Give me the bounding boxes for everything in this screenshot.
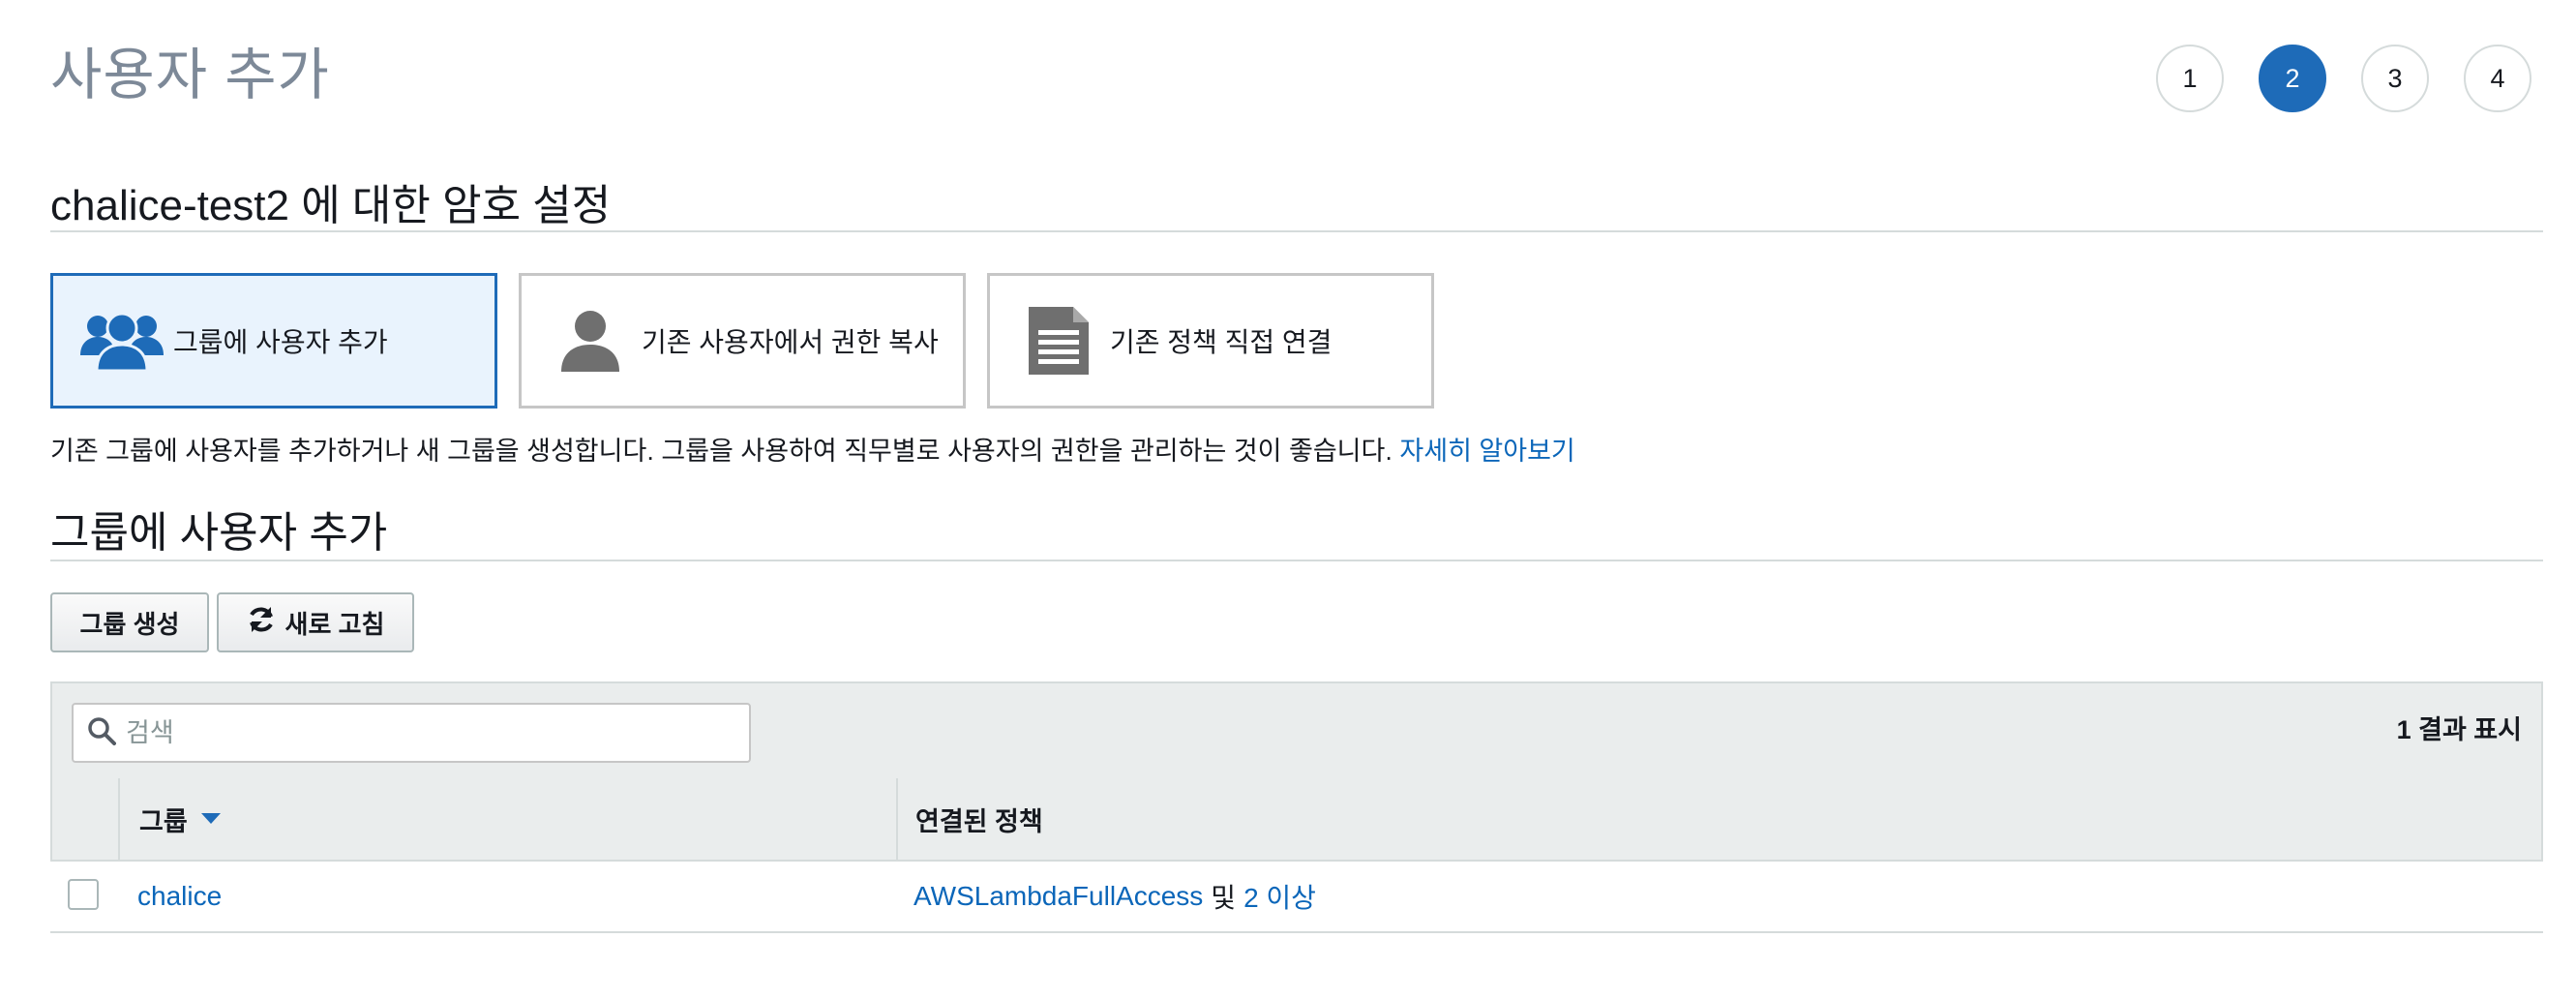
row-checkbox[interactable]	[68, 879, 99, 910]
option-label: 기존 사용자에서 권한 복사	[642, 327, 939, 357]
search-icon	[74, 716, 116, 750]
column-header-group[interactable]: 그룹	[139, 778, 221, 860]
column-divider	[896, 778, 898, 860]
user-icon	[547, 302, 634, 379]
learn-more-link[interactable]: 자세히 알아보기	[1399, 437, 1574, 466]
result-count: 1 결과 표시	[2396, 715, 2522, 744]
permission-options: 그룹에 사용자 추가 기존 사용자에서 권한 복사 기존 정책 직접 연결	[50, 273, 1434, 409]
users-group-icon	[78, 302, 165, 379]
step-1[interactable]: 1	[2156, 45, 2224, 112]
option-add-to-group[interactable]: 그룹에 사용자 추가	[50, 273, 497, 409]
column-header-policies: 연결된 정책	[915, 778, 1043, 860]
step-3[interactable]: 3	[2361, 45, 2429, 112]
create-group-button[interactable]: 그룹 생성	[50, 592, 209, 652]
section-divider	[50, 560, 2543, 561]
option-description: 기존 그룹에 사용자를 추가하거나 새 그룹을 생성합니다. 그룹을 사용하여 …	[50, 430, 1575, 468]
create-group-label: 그룹 생성	[79, 609, 180, 639]
option-attach-policies[interactable]: 기존 정책 직접 연결	[987, 273, 1434, 409]
search-input[interactable]	[124, 716, 708, 749]
option-label: 그룹에 사용자 추가	[173, 327, 388, 357]
attached-policies-cell: AWSLambdaFullAccess 및 2 이상	[914, 862, 1316, 931]
refresh-label: 새로 고침	[285, 609, 385, 639]
column-header-policies-label: 연결된 정책	[915, 806, 1043, 836]
table-header: 그룹 연결된 정책	[50, 778, 2543, 862]
conjunction-text: 및	[1211, 883, 1237, 913]
search-box[interactable]	[72, 703, 751, 763]
step-4[interactable]: 4	[2464, 45, 2531, 112]
group-name-link[interactable]: chalice	[137, 862, 222, 931]
column-divider	[118, 778, 120, 860]
option-label: 기존 정책 직접 연결	[1110, 327, 1333, 357]
page-title: 사용자 추가	[50, 44, 330, 106]
sort-descending-icon	[200, 813, 221, 825]
option-copy-permissions[interactable]: 기존 사용자에서 권한 복사	[519, 273, 966, 409]
table-row: chalice AWSLambdaFullAccess 및 2 이상	[50, 862, 2543, 933]
group-section-title: 그룹에 사용자 추가	[50, 509, 388, 557]
section-divider	[50, 230, 2543, 232]
more-policies-link[interactable]: 2 이상	[1243, 877, 1316, 916]
refresh-button[interactable]: 새로 고침	[217, 592, 414, 652]
policy-link[interactable]: AWSLambdaFullAccess	[914, 881, 1203, 912]
table-toolbar: 1 결과 표시	[50, 681, 2543, 780]
wizard-steps: 1 2 3 4	[2156, 45, 2531, 112]
refresh-icon	[247, 605, 285, 641]
step-2-current[interactable]: 2	[2259, 45, 2326, 112]
description-text: 기존 그룹에 사용자를 추가하거나 새 그룹을 생성합니다. 그룹을 사용하여 …	[50, 437, 1393, 466]
column-header-group-label: 그룹	[139, 806, 188, 836]
permissions-section-title: chalice-test2 에 대한 암호 설정	[50, 182, 612, 229]
document-icon	[1015, 302, 1102, 379]
